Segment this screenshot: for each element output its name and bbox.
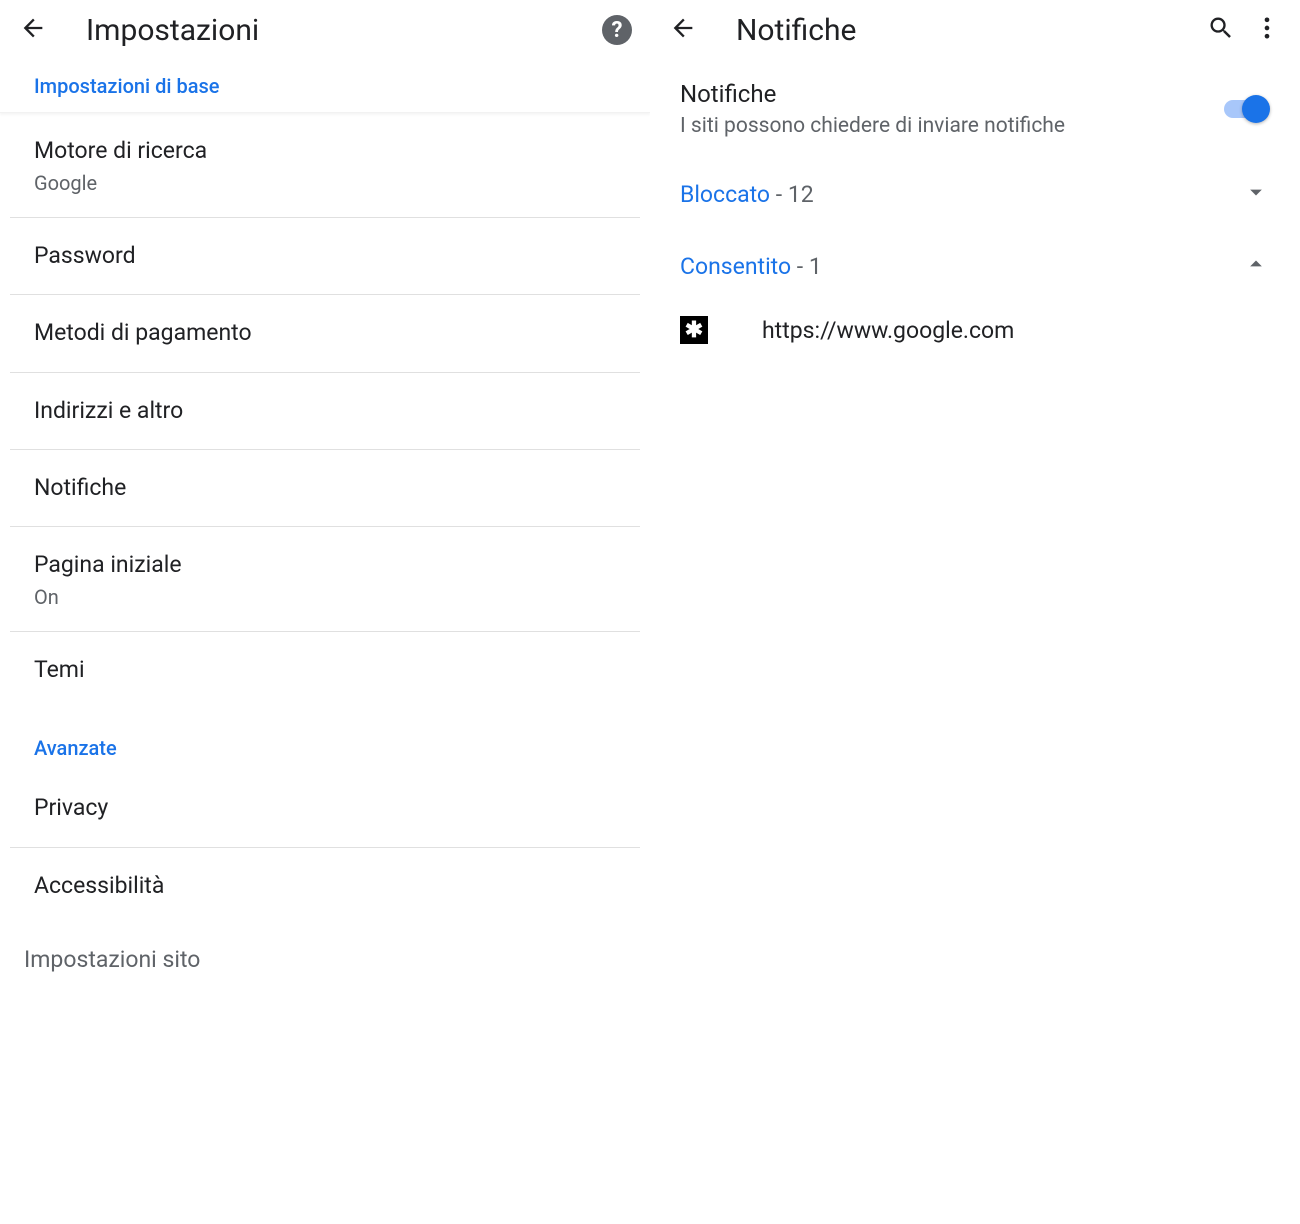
page-title: Notifiche <box>736 13 1198 48</box>
allowed-text: Consentito <box>680 253 791 280</box>
allowed-group[interactable]: Consentito - 1 <box>650 230 1300 302</box>
row-title: Privacy <box>34 792 616 824</box>
blocked-group[interactable]: Bloccato - 12 <box>650 158 1300 230</box>
row-password[interactable]: Password <box>10 218 640 295</box>
row-title: Motore di ricerca <box>34 135 616 167</box>
back-button[interactable] <box>10 7 56 53</box>
row-notifications[interactable]: Notifiche <box>10 450 640 527</box>
site-row[interactable]: ✱ https://www.google.com <box>650 302 1300 358</box>
notifications-switch[interactable] <box>1220 95 1270 123</box>
search-icon <box>1207 14 1235 46</box>
notifications-toggle-row[interactable]: Notifiche I siti possono chiedere di inv… <box>650 60 1300 158</box>
more-button[interactable] <box>1244 7 1290 53</box>
row-site-settings[interactable]: Impostazioni sito <box>0 924 650 973</box>
row-homepage[interactable]: Pagina iniziale On <box>10 527 640 632</box>
arrow-back-icon <box>669 14 697 46</box>
row-addresses[interactable]: Indirizzi e altro <box>10 373 640 450</box>
row-privacy[interactable]: Privacy <box>10 770 640 847</box>
site-favicon-icon: ✱ <box>680 316 708 344</box>
settings-list-advanced: Privacy Accessibilità <box>0 770 650 923</box>
row-accessibility[interactable]: Accessibilità <box>10 848 640 924</box>
toggle-texts: Notifiche I siti possono chiedere di inv… <box>680 80 1220 138</box>
toggle-subtitle: I siti possono chiedere di inviare notif… <box>680 114 1220 138</box>
toggle-title: Notifiche <box>680 80 1220 108</box>
help-button[interactable]: ? <box>594 7 640 53</box>
allowed-label: Consentito - 1 <box>680 253 1242 280</box>
section-header-basic: Impostazioni di base <box>0 60 650 113</box>
row-title: Temi <box>34 654 616 686</box>
row-title: Accessibilità <box>34 870 616 902</box>
row-title: Notifiche <box>34 472 616 504</box>
back-button[interactable] <box>660 7 706 53</box>
notifications-appbar: Notifiche <box>650 0 1300 60</box>
blocked-text: Bloccato <box>680 181 770 208</box>
settings-appbar: Impostazioni ? <box>0 0 650 60</box>
row-value: Google <box>34 171 616 195</box>
settings-pane: Impostazioni ? Impostazioni di base Moto… <box>0 0 650 1224</box>
row-themes[interactable]: Temi <box>10 632 640 708</box>
row-title: Password <box>34 240 616 272</box>
notifications-pane: Notifiche Notifiche I siti possono chied… <box>650 0 1300 1224</box>
row-payment-methods[interactable]: Metodi di pagamento <box>10 295 640 372</box>
blocked-label: Bloccato - 12 <box>680 181 1242 208</box>
switch-thumb <box>1242 95 1270 123</box>
page-title: Impostazioni <box>86 13 594 48</box>
more-vert-icon <box>1253 14 1281 46</box>
settings-list-basic: Motore di ricerca Google Password Metodi… <box>0 113 650 708</box>
chevron-up-icon <box>1242 250 1270 282</box>
help-icon: ? <box>602 15 632 45</box>
site-url: https://www.google.com <box>762 317 1014 344</box>
row-title: Metodi di pagamento <box>34 317 616 349</box>
section-header-advanced: Avanzate <box>0 708 650 770</box>
chevron-down-icon <box>1242 178 1270 210</box>
row-search-engine[interactable]: Motore di ricerca Google <box>10 113 640 218</box>
row-title: Pagina iniziale <box>34 549 616 581</box>
row-value: On <box>34 585 616 609</box>
row-title: Indirizzi e altro <box>34 395 616 427</box>
arrow-back-icon <box>19 14 47 46</box>
search-button[interactable] <box>1198 7 1244 53</box>
blocked-count: 12 <box>788 181 814 208</box>
allowed-count: 1 <box>809 253 822 280</box>
